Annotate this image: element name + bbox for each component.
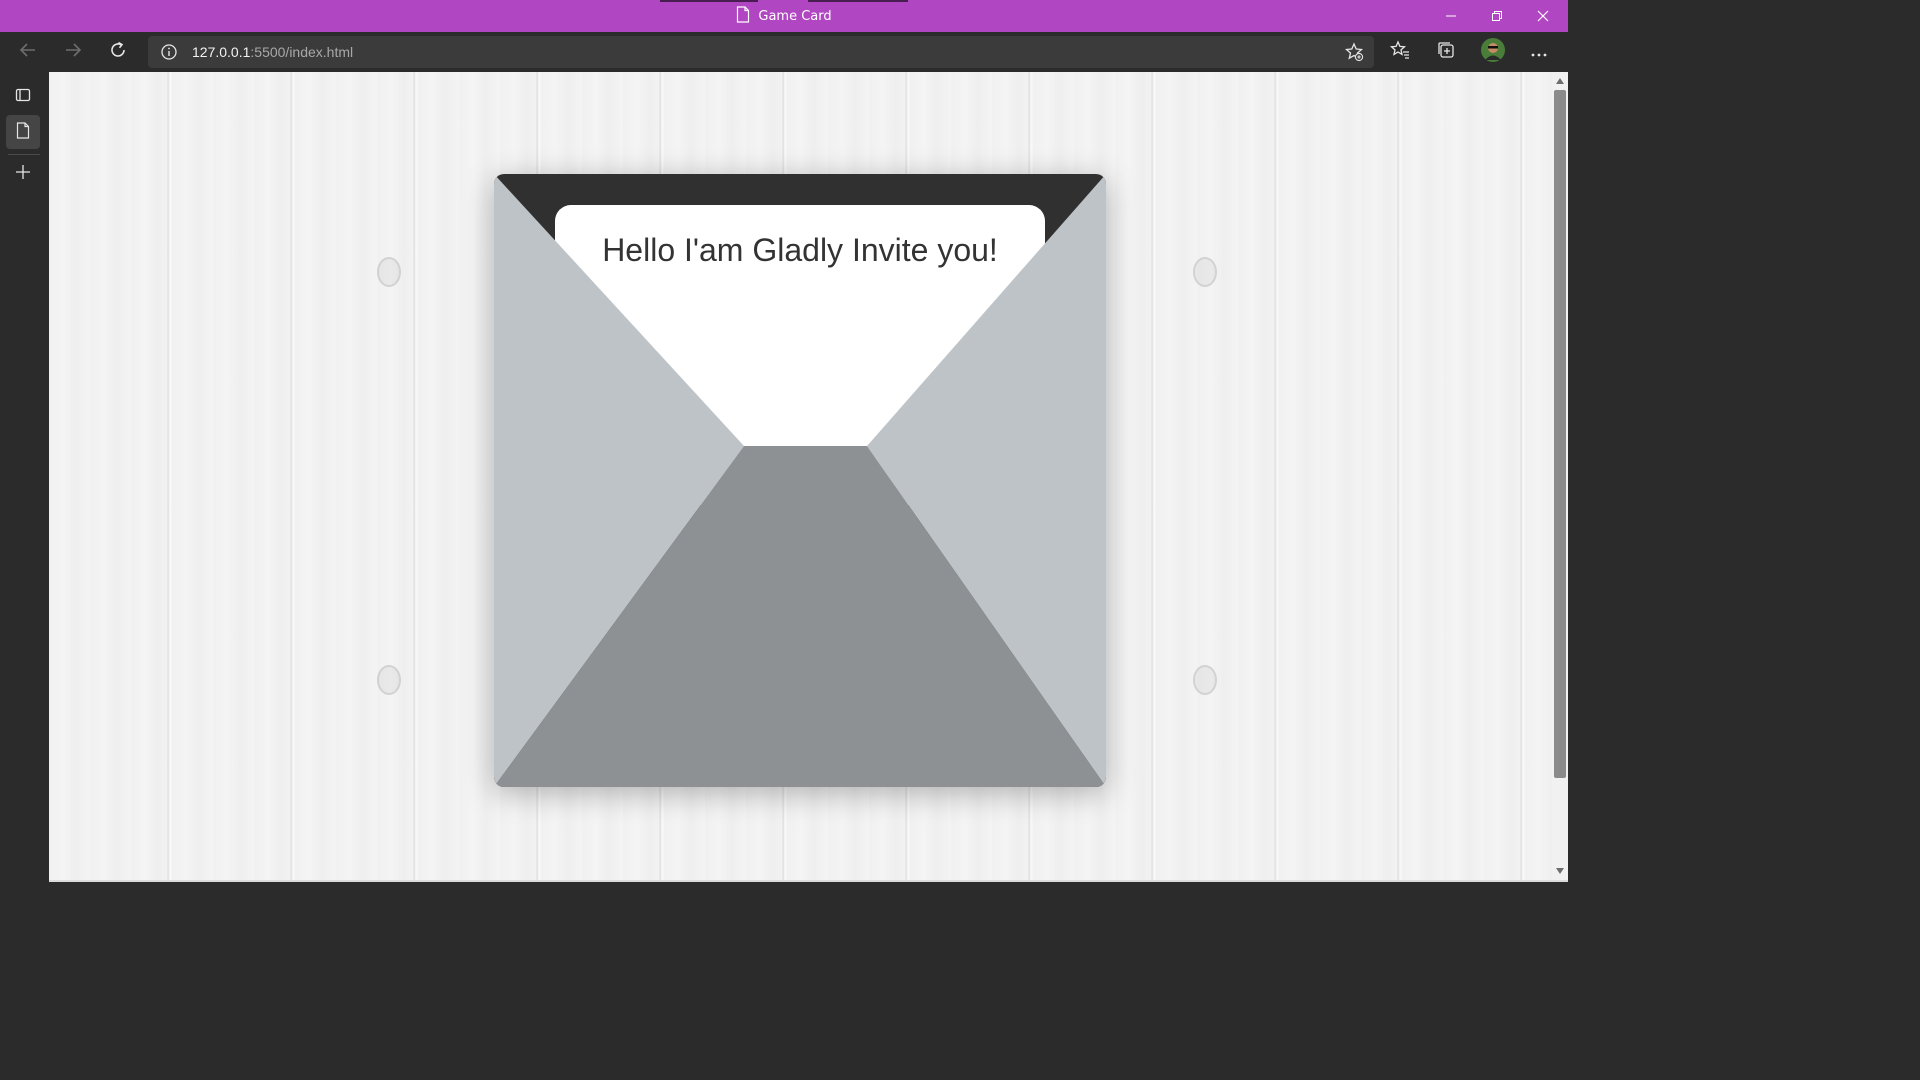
wood-knot	[377, 665, 401, 695]
window-title: Game Card	[758, 8, 832, 24]
envelope-card[interactable]: Hello I'am Gladly Invite you!	[494, 174, 1106, 787]
tab-game-card[interactable]	[6, 115, 40, 149]
browser-toolbar: 127.0.0.1:5500/index.html	[0, 32, 1568, 72]
info-icon[interactable]	[160, 43, 178, 61]
favorites-button[interactable]	[1382, 34, 1418, 70]
wood-knot	[1193, 257, 1217, 287]
more-button[interactable]	[1521, 34, 1557, 70]
wood-knot	[377, 257, 401, 287]
tab-actions-icon	[15, 87, 31, 107]
forward-arrow-icon	[64, 41, 82, 63]
minimize-button[interactable]	[1428, 0, 1474, 32]
scroll-up-arrow[interactable]	[1556, 78, 1564, 84]
scroll-down-arrow[interactable]	[1556, 868, 1564, 874]
scroll-thumb[interactable]	[1554, 90, 1566, 778]
invite-message: Hello I'am Gladly Invite you!	[602, 232, 998, 268]
url-host: 127.0.0.1	[192, 44, 251, 60]
collections-icon	[1436, 40, 1456, 64]
document-icon	[736, 5, 750, 27]
close-button[interactable]	[1520, 0, 1566, 32]
url-text[interactable]: 127.0.0.1:5500/index.html	[192, 36, 353, 68]
window-bottom-border	[49, 880, 1568, 882]
favorites-icon	[1389, 40, 1410, 64]
refresh-button[interactable]	[100, 34, 136, 70]
new-tab-button[interactable]	[6, 157, 40, 191]
tab-actions-button[interactable]	[6, 80, 40, 114]
back-button[interactable]	[10, 34, 46, 70]
page-icon	[16, 121, 30, 143]
title-bar: Game Card	[0, 0, 1568, 32]
refresh-icon	[108, 40, 128, 64]
address-bar[interactable]: 127.0.0.1:5500/index.html	[148, 36, 1374, 68]
url-path: :5500/index.html	[250, 44, 354, 60]
wood-knot	[1193, 665, 1217, 695]
profile-button[interactable]	[1475, 34, 1511, 70]
page-scrollbar[interactable]	[1552, 72, 1568, 880]
star-plus-icon[interactable]	[1344, 42, 1364, 62]
vertical-tabs-sidebar	[0, 72, 48, 882]
page-viewport: Hello I'am Gladly Invite you!	[49, 72, 1552, 880]
avatar	[1481, 38, 1505, 66]
collections-button[interactable]	[1428, 34, 1464, 70]
more-icon	[1530, 43, 1548, 62]
plus-icon	[15, 164, 31, 184]
restore-button[interactable]	[1474, 0, 1520, 32]
sidebar-divider	[8, 154, 40, 155]
window-title-group: Game Card	[0, 0, 1568, 32]
forward-button[interactable]	[55, 34, 91, 70]
back-arrow-icon	[19, 41, 37, 63]
